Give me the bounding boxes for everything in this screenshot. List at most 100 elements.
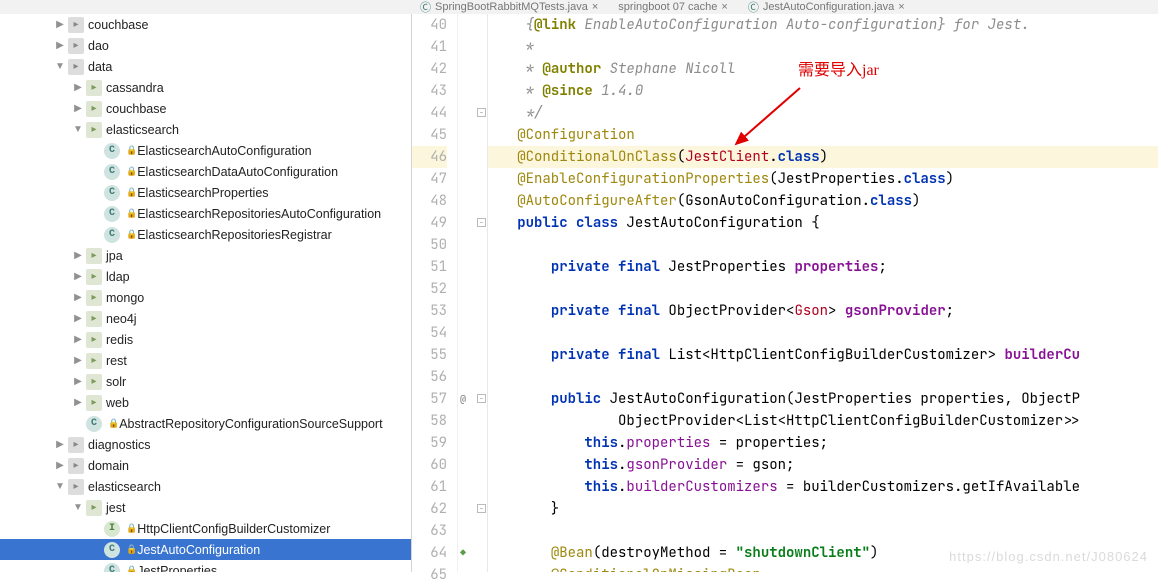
code-line[interactable]: */: [488, 102, 1158, 124]
tree-row[interactable]: ▶▸rest: [0, 350, 411, 371]
tree-row[interactable]: ▶▸ldap: [0, 266, 411, 287]
annotation-arrow-icon: [728, 84, 808, 154]
close-icon[interactable]: ×: [592, 1, 598, 13]
chevron-right-icon[interactable]: ▶: [72, 82, 84, 94]
tree-row[interactable]: ▶▸couchbase: [0, 14, 411, 35]
tree-row[interactable]: ▶C🔒ElasticsearchAutoConfiguration: [0, 140, 411, 161]
code-line[interactable]: * @since 1.4.0: [488, 80, 1158, 102]
fold-toggle-icon[interactable]: −: [477, 218, 486, 227]
code-line[interactable]: this.builderCustomizers = builderCustomi…: [488, 476, 1158, 498]
tree-item-label: rest: [106, 354, 127, 368]
code-line[interactable]: @ConditionalOnClass(JestClient.class): [488, 146, 1158, 168]
lock-icon: 🔒: [108, 418, 119, 429]
code-line[interactable]: {@link EnableAutoConfiguration Auto-conf…: [488, 14, 1158, 36]
code-line[interactable]: [488, 366, 1158, 388]
tree-row[interactable]: ▶▸web: [0, 392, 411, 413]
package-icon: ▸: [86, 332, 102, 348]
tree-row[interactable]: ▶▸solr: [0, 371, 411, 392]
line-number: 45: [412, 124, 447, 146]
fold-gutter[interactable]: − − − −: [476, 14, 488, 572]
line-number: 51: [412, 256, 447, 278]
fold-toggle-icon[interactable]: −: [477, 394, 486, 403]
code-editor[interactable]: 4041424344454647484950515253545556575859…: [412, 14, 1158, 572]
chevron-right-icon[interactable]: ▶: [72, 376, 84, 388]
tree-row[interactable]: ▶▸cassandra: [0, 77, 411, 98]
tree-row[interactable]: ▶C🔒ElasticsearchRepositoriesAutoConfigur…: [0, 203, 411, 224]
code-line[interactable]: *: [488, 36, 1158, 58]
code-line[interactable]: public class JestAutoConfiguration {: [488, 212, 1158, 234]
chevron-right-icon[interactable]: ▶: [54, 460, 66, 472]
tree-row[interactable]: ▶▸jpa: [0, 245, 411, 266]
tree-row[interactable]: ▶C🔒JestAutoConfiguration: [0, 539, 411, 560]
close-icon[interactable]: ×: [898, 1, 904, 13]
tree-row[interactable]: ▼▸elasticsearch: [0, 119, 411, 140]
tree-row[interactable]: ▶▸domain: [0, 455, 411, 476]
tree-row[interactable]: ▼▸jest: [0, 497, 411, 518]
code-line[interactable]: private final List<HttpClientConfigBuild…: [488, 344, 1158, 366]
chevron-right-icon[interactable]: ▶: [72, 271, 84, 283]
tab-3[interactable]: ⒸJestAutoConfiguration.java ×: [748, 0, 905, 14]
tree-row[interactable]: ▼▸data: [0, 56, 411, 77]
code-line[interactable]: [488, 278, 1158, 300]
chevron-down-icon[interactable]: ▼: [54, 481, 66, 493]
annotation-text: 需要导入jar: [798, 60, 879, 82]
code-line[interactable]: public JestAutoConfiguration(JestPropert…: [488, 388, 1158, 410]
tree-row[interactable]: ▶C🔒AbstractRepositoryConfigurationSource…: [0, 413, 411, 434]
tree-row[interactable]: ▶C🔒JestProperties: [0, 560, 411, 572]
chevron-right-icon[interactable]: ▶: [54, 40, 66, 52]
tree-row[interactable]: ▶▸dao: [0, 35, 411, 56]
chevron-right-icon[interactable]: ▶: [72, 313, 84, 325]
code-line[interactable]: [488, 322, 1158, 344]
tree-row[interactable]: ▶▸diagnostics: [0, 434, 411, 455]
code-line[interactable]: private final ObjectProvider<Gson> gsonP…: [488, 300, 1158, 322]
tree-item-label: ElasticsearchAutoConfiguration: [137, 144, 311, 158]
chevron-down-icon[interactable]: ▼: [54, 61, 66, 73]
tree-item-label: jest: [106, 501, 125, 515]
tree-row[interactable]: ▶C🔒ElasticsearchProperties: [0, 182, 411, 203]
editor-tabs: ⒸSpringBootRabbitMQTests.java × springbo…: [0, 0, 1158, 14]
tree-row[interactable]: ▶C🔒ElasticsearchDataAutoConfiguration: [0, 161, 411, 182]
code-line[interactable]: private final JestProperties properties;: [488, 256, 1158, 278]
folder-icon: ▸: [68, 437, 84, 453]
close-icon[interactable]: ×: [721, 1, 727, 13]
code-line[interactable]: this.gsonProvider = gson;: [488, 454, 1158, 476]
tree-row[interactable]: ▶I🔒HttpClientConfigBuilderCustomizer: [0, 518, 411, 539]
line-number-gutter: 4041424344454647484950515253545556575859…: [412, 14, 458, 572]
code-line[interactable]: @AutoConfigureAfter(GsonAutoConfiguratio…: [488, 190, 1158, 212]
code-line[interactable]: [488, 520, 1158, 542]
tree-row[interactable]: ▶▸mongo: [0, 287, 411, 308]
tree-row[interactable]: ▶C🔒ElasticsearchRepositoriesRegistrar: [0, 224, 411, 245]
code-line[interactable]: this.properties = properties;: [488, 432, 1158, 454]
code-line[interactable]: @Configuration: [488, 124, 1158, 146]
chevron-right-icon[interactable]: ▶: [72, 250, 84, 262]
code-line[interactable]: ObjectProvider<List<HttpClientConfigBuil…: [488, 410, 1158, 432]
chevron-down-icon[interactable]: ▼: [72, 502, 84, 514]
chevron-right-icon[interactable]: ▶: [72, 334, 84, 346]
chevron-right-icon[interactable]: ▶: [72, 397, 84, 409]
tree-row[interactable]: ▶▸neo4j: [0, 308, 411, 329]
chevron-right-icon[interactable]: ▶: [54, 19, 66, 31]
chevron-right-icon[interactable]: ▶: [54, 439, 66, 451]
chevron-right-icon[interactable]: ▶: [72, 292, 84, 304]
fold-toggle-icon[interactable]: −: [477, 504, 486, 513]
chevron-right-icon[interactable]: ▶: [72, 103, 84, 115]
code-area[interactable]: 需要导入jar https://blog.csdn.net/J080624 {@…: [488, 14, 1158, 572]
project-tree-sidebar[interactable]: ▶▸couchbase▶▸dao▼▸data▶▸cassandra▶▸couch…: [0, 14, 412, 572]
code-line[interactable]: }: [488, 498, 1158, 520]
chevron-down-icon[interactable]: ▼: [72, 124, 84, 136]
tree-row[interactable]: ▶▸couchbase: [0, 98, 411, 119]
package-icon: ▸: [86, 248, 102, 264]
code-line[interactable]: @EnableConfigurationProperties(JestPrope…: [488, 168, 1158, 190]
tree-row[interactable]: ▶▸redis: [0, 329, 411, 350]
marker-bar: @ ◆: [458, 14, 476, 572]
tab-2[interactable]: springboot 07 cache ×: [618, 1, 728, 13]
tree-item-label: dao: [88, 39, 109, 53]
override-mark-icon: @: [460, 388, 466, 410]
line-number: 43: [412, 80, 447, 102]
class-icon: C: [104, 185, 120, 201]
tree-row[interactable]: ▼▸elasticsearch: [0, 476, 411, 497]
chevron-right-icon[interactable]: ▶: [72, 355, 84, 367]
tab-1[interactable]: ⒸSpringBootRabbitMQTests.java ×: [420, 0, 598, 14]
fold-toggle-icon[interactable]: −: [477, 108, 486, 117]
code-line[interactable]: [488, 234, 1158, 256]
